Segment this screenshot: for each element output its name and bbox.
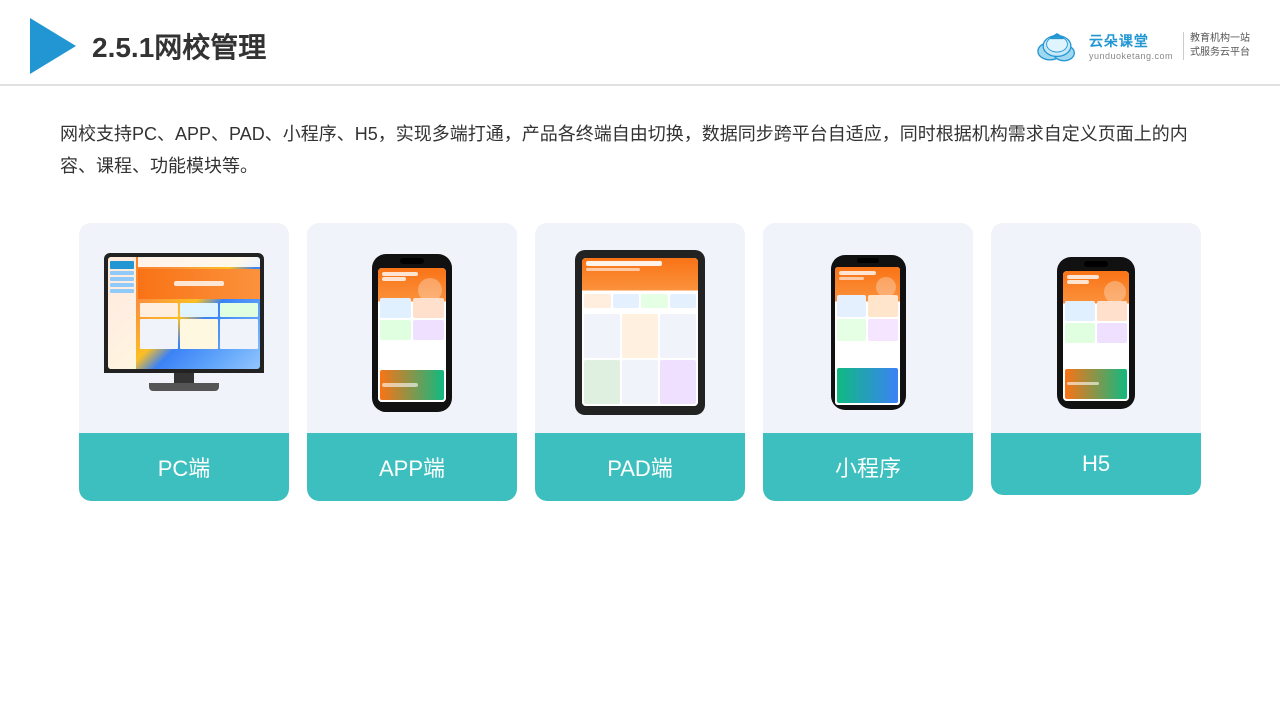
- pc-content: [138, 257, 260, 369]
- tablet-nav: [584, 294, 696, 308]
- mini-phone-mockup: [831, 255, 906, 410]
- pc-neck: [174, 373, 194, 383]
- brand-url: yunduoketang.com: [1089, 51, 1173, 61]
- page-title: 2.5.1网校管理: [92, 26, 266, 66]
- cloud-icon: [1031, 28, 1083, 64]
- tablet-mockup: [575, 250, 705, 415]
- device-cards-container: PC端: [0, 193, 1280, 531]
- h5-image-area: [991, 223, 1201, 433]
- tablet-screen: [582, 258, 698, 406]
- brand-tagline: 教育机构一站 式服务云平台: [1183, 32, 1250, 60]
- miniprogram-image-area: [763, 223, 973, 433]
- pc-screen-inner: [108, 257, 260, 369]
- phone-screen-content: [378, 268, 446, 402]
- app-image-area: [307, 223, 517, 433]
- app-card: APP端: [307, 223, 517, 501]
- h5-cards: [1065, 301, 1127, 343]
- tablet-hero: [586, 261, 694, 291]
- pc-image-area: [79, 223, 289, 433]
- pc-sidebar: [108, 257, 136, 369]
- pad-label: PAD端: [535, 433, 745, 501]
- h5-phone-notch: [1084, 261, 1108, 267]
- pc-card: PC端: [79, 223, 289, 501]
- h5-phone-mockup: [1057, 257, 1135, 409]
- phone-screen: [378, 268, 446, 402]
- miniprogram-card: 小程序: [763, 223, 973, 501]
- pc-screen-frame: [104, 253, 264, 373]
- phone-mockup: [372, 254, 452, 412]
- h5-phone-content: [1063, 271, 1129, 401]
- tablet-content-grid: [584, 314, 696, 404]
- h5-label: H5: [991, 433, 1201, 495]
- phone-cards: [380, 298, 444, 340]
- header: 2.5.1网校管理 云朵课堂 yunduoketang.com 教育机构一站 式…: [0, 0, 1280, 86]
- phone-notch: [400, 258, 424, 264]
- brand-logo: 云朵课堂 yunduoketang.com 教育机构一站 式服务云平台: [1031, 28, 1250, 64]
- header-right: 云朵课堂 yunduoketang.com 教育机构一站 式服务云平台: [1031, 28, 1250, 64]
- h5-phone-screen: [1063, 271, 1129, 401]
- pad-card: PAD端: [535, 223, 745, 501]
- phone-banner: [380, 370, 444, 400]
- description-paragraph: 网校支持PC、APP、PAD、小程序、H5，实现多端打通，产品各终端自由切换，数…: [60, 118, 1220, 183]
- tablet-screen-content: [582, 258, 698, 406]
- pc-label: PC端: [79, 433, 289, 501]
- description-text: 网校支持PC、APP、PAD、小程序、H5，实现多端打通，产品各终端自由切换，数…: [0, 86, 1280, 193]
- mini-phone-bottom: [837, 368, 898, 403]
- pad-image-area: [535, 223, 745, 433]
- pc-screen-ui: [108, 257, 260, 369]
- mini-phone-cards: [837, 295, 898, 341]
- header-left: 2.5.1网校管理: [30, 18, 266, 74]
- h5-banner: [1065, 369, 1127, 399]
- brand-text: 云朵课堂 yunduoketang.com: [1089, 31, 1173, 61]
- logo-triangle-icon: [30, 18, 76, 74]
- miniprogram-label: 小程序: [763, 433, 973, 501]
- mini-phone-notch: [857, 258, 879, 263]
- mini-phone-screen: [835, 267, 900, 405]
- h5-card: H5: [991, 223, 1201, 495]
- brand-name: 云朵课堂: [1089, 31, 1149, 51]
- app-label: APP端: [307, 433, 517, 501]
- mini-phone-content: [835, 267, 900, 405]
- pc-mockup: [99, 253, 269, 413]
- pc-base: [149, 383, 219, 391]
